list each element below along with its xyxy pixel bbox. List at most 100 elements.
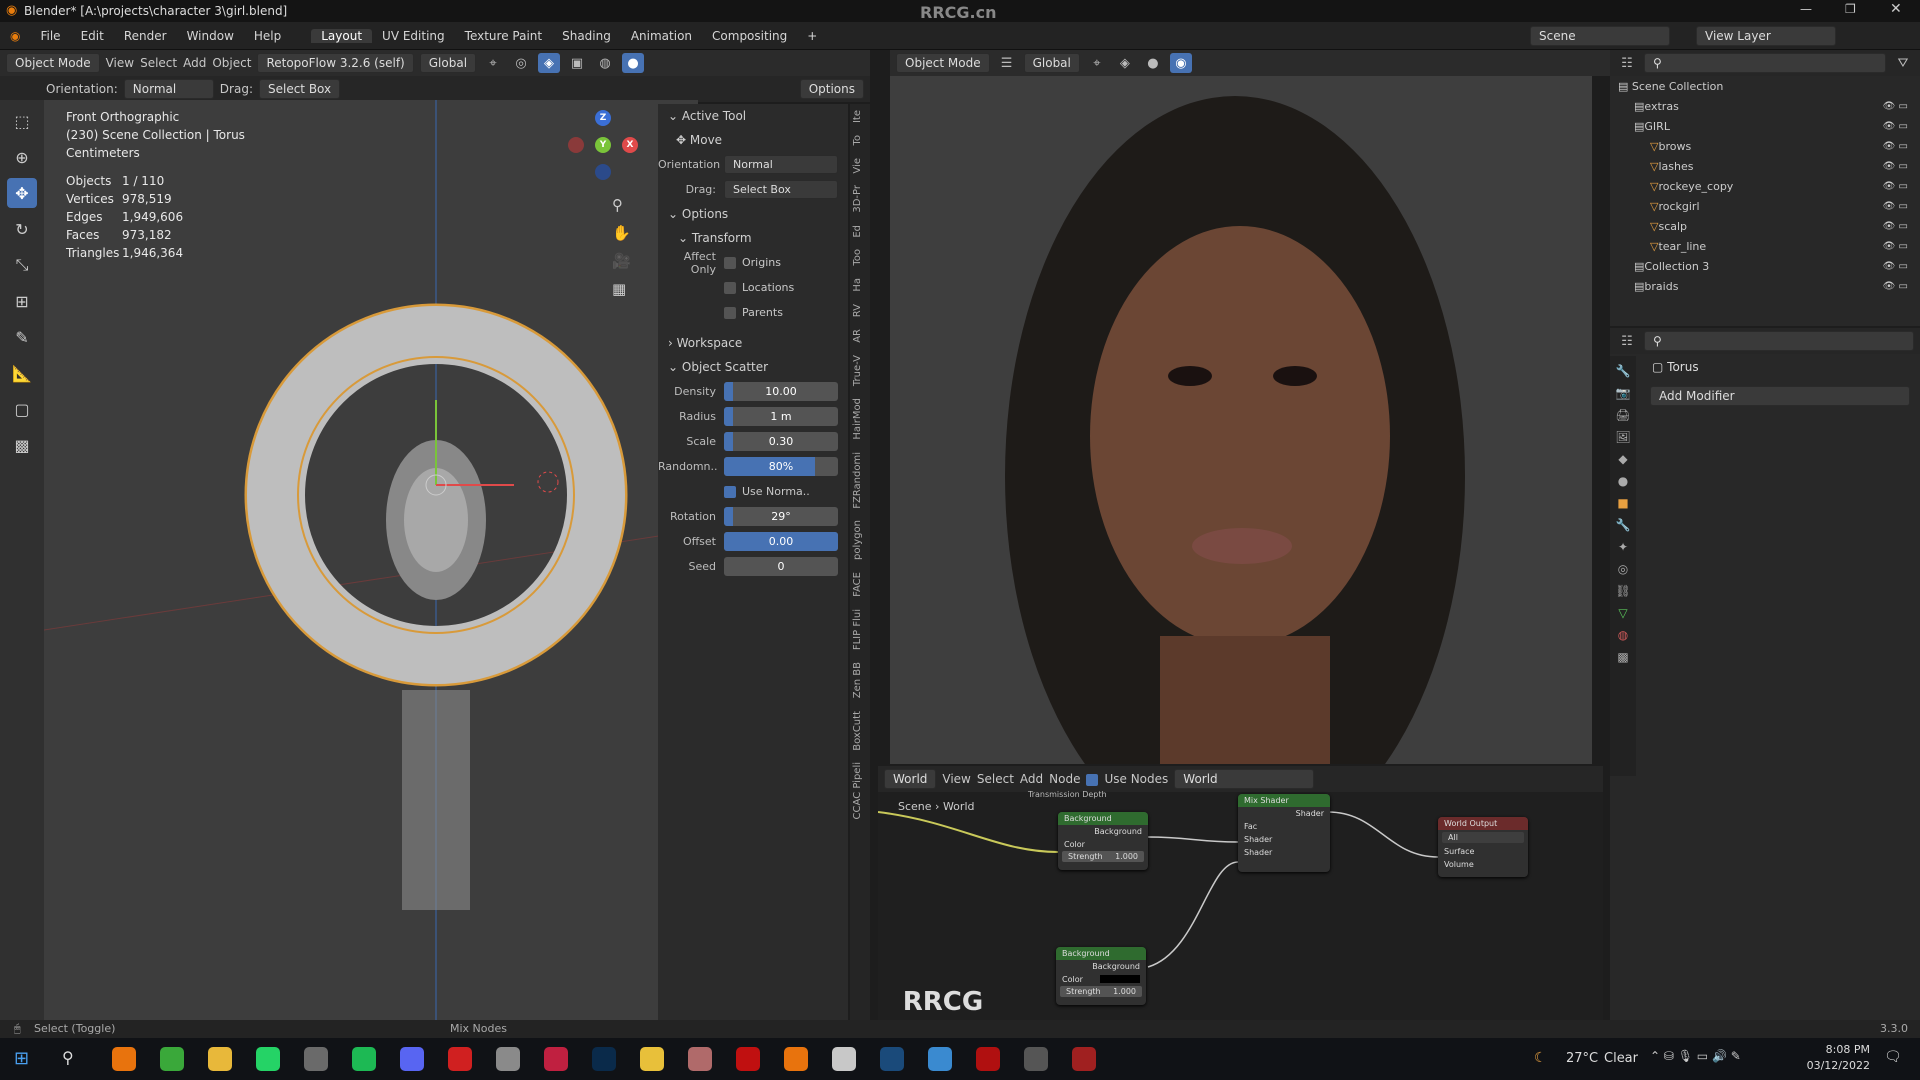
physics-tab-icon[interactable]: ◎	[1618, 562, 1628, 576]
tab-layout[interactable]: Layout	[311, 28, 373, 43]
camera-icon[interactable]: 🎥	[612, 252, 631, 270]
randomness-slider[interactable]: 80%	[724, 457, 838, 476]
sidebar-tab[interactable]: AR	[850, 323, 865, 349]
data-tab-icon[interactable]: ▽	[1618, 606, 1627, 620]
app-record-icon[interactable]	[1072, 1047, 1096, 1071]
left-menu-select[interactable]: Select	[140, 56, 177, 70]
move-tool-icon[interactable]: ✥	[7, 178, 37, 208]
settings-app-icon[interactable]	[1024, 1047, 1048, 1071]
outliner-root[interactable]: ▤ Scene Collection	[1610, 76, 1920, 96]
output-tab-icon[interactable]: 🖨	[1615, 408, 1630, 422]
gizmo-negx-icon[interactable]	[568, 137, 584, 153]
outliner-row[interactable]: ▽ rockeye_copy 👁 ▭	[1610, 176, 1920, 196]
app-gray-icon[interactable]	[496, 1047, 520, 1071]
add-workspace-icon[interactable]: +	[797, 29, 827, 43]
visibility-icon[interactable]: 👁 ▭	[1883, 241, 1920, 252]
maximize-icon[interactable]: ❐	[1845, 2, 1856, 16]
node-editor-canvas[interactable]: Scene › World Transmission Depth Backgro…	[878, 790, 1603, 1020]
blender-app-icon[interactable]	[112, 1047, 136, 1071]
sidebar-tab[interactable]: Too	[850, 243, 865, 272]
visibility-icon[interactable]: 👁 ▭	[1883, 121, 1920, 132]
sidebar-tab[interactable]: Ite	[850, 104, 865, 129]
scene-tab-icon[interactable]: ◆	[1618, 452, 1627, 466]
orientation-dropdown[interactable]: Normal	[123, 79, 214, 99]
workspace-section[interactable]: › Workspace	[658, 331, 848, 355]
retopoflow-button[interactable]: RetopoFlow 3.2.6 (self)	[257, 53, 414, 73]
node-menu-view[interactable]: View	[942, 772, 970, 786]
rotate-tool-icon[interactable]: ↻	[7, 214, 37, 244]
cursor-tool-icon[interactable]: ⊕	[7, 142, 37, 172]
clock[interactable]: 8:08 PM 03/12/2022	[1770, 1042, 1870, 1074]
node-menu-add[interactable]: Add	[1020, 772, 1043, 786]
close-icon[interactable]: ✕	[1890, 1, 1902, 17]
xray-icon[interactable]: ▣	[566, 53, 588, 73]
left-menu-add[interactable]: Add	[183, 56, 206, 70]
acrobat-icon[interactable]	[976, 1047, 1000, 1071]
scale-tool-icon[interactable]: ⤡	[7, 250, 37, 280]
scene-selector[interactable]: Scene	[1530, 26, 1670, 46]
transform-tool-icon[interactable]: ⊞	[7, 286, 37, 316]
select-box-tool-icon[interactable]: ⬚	[7, 106, 37, 136]
view-layer-selector[interactable]: View Layer	[1696, 26, 1836, 46]
active-tool-section[interactable]: ⌄ Active Tool	[658, 104, 848, 128]
taskbar-search-icon[interactable]: ⚲	[62, 1048, 74, 1067]
navigation-gizmo[interactable]: Z Y X	[568, 110, 638, 180]
left-transform-dropdown[interactable]: Global	[419, 53, 477, 73]
texture-tab-icon[interactable]: ▩	[1617, 650, 1628, 664]
notification-icon[interactable]: 🗨	[1884, 1049, 1902, 1065]
radius-slider[interactable]: 1 m	[724, 407, 838, 426]
opera-icon[interactable]	[736, 1047, 760, 1071]
node-world-dropdown[interactable]: World	[884, 769, 937, 789]
tab-texture-paint[interactable]: Texture Paint	[455, 29, 552, 43]
sidebar-tab[interactable]: FZRandomi	[850, 446, 865, 515]
right-solid-icon[interactable]: ●	[1142, 53, 1164, 73]
sidebar-tab[interactable]: FACE	[850, 566, 865, 603]
npanel-drag-dropdown[interactable]: Select Box	[724, 180, 838, 199]
constraints-tab-icon[interactable]: ⛓	[1615, 584, 1630, 598]
object-scatter-section[interactable]: ⌄ Object Scatter	[658, 355, 848, 379]
right-overlay-icon[interactable]: ◈	[1114, 53, 1136, 73]
wireframe-shading-icon[interactable]: ◍	[594, 53, 616, 73]
world-output-node[interactable]: World Output All Surface Volume	[1438, 817, 1528, 877]
menu-render[interactable]: Render	[114, 29, 177, 43]
pan-hand-icon[interactable]: ✋	[612, 224, 631, 242]
scale-slider[interactable]: 0.30	[724, 432, 838, 451]
file-explorer-icon[interactable]	[208, 1047, 232, 1071]
sidebar-tab[interactable]: polygon	[850, 514, 865, 566]
app-red-icon[interactable]	[448, 1047, 472, 1071]
tool-tab-icon[interactable]: 🔧	[1616, 364, 1631, 378]
world-datablock[interactable]: World	[1174, 769, 1315, 789]
proportional-icon[interactable]: ◎	[510, 53, 532, 73]
right-rendered-icon[interactable]: ◉	[1169, 53, 1192, 73]
snap-icon[interactable]: ⌖	[482, 53, 504, 73]
visibility-icon[interactable]: 👁 ▭	[1883, 261, 1920, 272]
app-s-icon[interactable]	[544, 1047, 568, 1071]
sidebar-tab[interactable]: CCAC Pipeli	[850, 756, 865, 825]
chrome-icon[interactable]	[640, 1047, 664, 1071]
world-tab-icon[interactable]: ●	[1618, 474, 1628, 488]
outliner-row[interactable]: ▤ braids 👁 ▭	[1610, 276, 1920, 296]
sidebar-tab[interactable]: BoxCutt	[850, 705, 865, 757]
menu-window[interactable]: Window	[177, 29, 244, 43]
tab-compositing[interactable]: Compositing	[702, 29, 797, 43]
right-render-viewport[interactable]	[890, 76, 1592, 764]
tray-icons[interactable]: ⌃ ⛁ 🎙 ▭ 🔊 ✎	[1650, 1049, 1741, 1063]
blender-app-icon-2[interactable]	[784, 1047, 808, 1071]
browser-app-icon[interactable]	[304, 1047, 328, 1071]
parents-checkbox[interactable]: Parents	[724, 306, 783, 319]
visibility-icon[interactable]: 👁 ▭	[1883, 201, 1920, 212]
tab-uv-editing[interactable]: UV Editing	[372, 29, 455, 43]
sidebar-tab[interactable]: Ed	[850, 219, 865, 244]
properties-editor-icon[interactable]: ☷	[1616, 331, 1638, 351]
strength-value[interactable]: 1.000	[1115, 852, 1138, 861]
sidebar-tab[interactable]: True-V	[850, 349, 865, 392]
sidebar-tab[interactable]: Ha	[850, 272, 865, 298]
spotify-icon[interactable]	[352, 1047, 376, 1071]
options-section[interactable]: ⌄ Options	[658, 202, 848, 226]
modifier-tab-icon[interactable]: 🔧	[1616, 518, 1631, 532]
gizmo-x-icon[interactable]: X	[622, 137, 638, 153]
color-swatch[interactable]	[1100, 975, 1140, 983]
density-slider[interactable]: 10.00	[724, 382, 838, 401]
right-snap-icon[interactable]: ⌖	[1086, 53, 1108, 73]
outliner-row[interactable]: ▤ Collection 3 👁 ▭	[1610, 256, 1920, 276]
